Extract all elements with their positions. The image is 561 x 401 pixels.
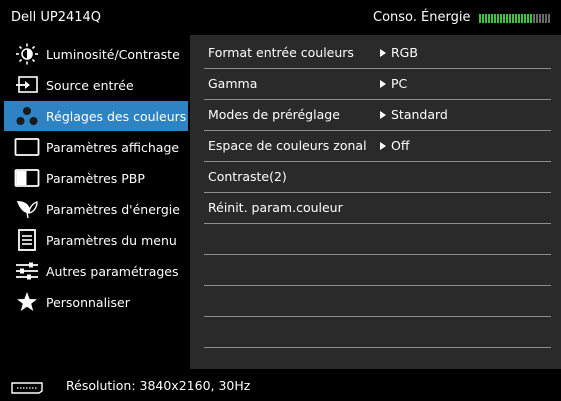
menu-row-empty: [204, 317, 551, 348]
row-label: Format entrée couleurs: [208, 45, 354, 60]
energy-meter-tick: [503, 14, 505, 23]
menu-row-gamma[interactable]: Gamma PC: [204, 69, 551, 100]
sidebar-item-menu-settings[interactable]: Paramètres du menu: [4, 225, 188, 255]
brightness-icon: [14, 43, 40, 65]
sidebar-item-display-settings[interactable]: Paramètres affichage: [4, 132, 188, 162]
energy-meter-tick: [512, 14, 514, 23]
status-bar: Résolution: 3840x2160, 30Hz: [0, 369, 561, 401]
menu-row-preset-modes[interactable]: Modes de préréglage Standard: [204, 100, 551, 131]
osd-header: Dell UP2414Q Conso. Énergie: [0, 0, 561, 35]
triangle-right-icon: [380, 49, 386, 57]
energy-meter-tick: [515, 14, 517, 23]
energy-meter-tick: [479, 14, 481, 23]
star-icon: [14, 291, 40, 313]
energy-meter-tick: [521, 14, 523, 23]
other-settings-icon: [14, 260, 40, 282]
energy-meter-tick: [539, 14, 541, 23]
sidebar-item-label: Paramètres PBP: [46, 171, 145, 186]
energy-meter-tick: [485, 14, 487, 23]
input-source-icon: [14, 74, 40, 96]
row-label: Gamma: [208, 76, 258, 91]
energy-meter-tick: [482, 14, 484, 23]
row-label: Réinit. param.couleur: [208, 200, 343, 215]
row-value: Off: [391, 138, 410, 153]
displayport-icon: [11, 379, 43, 394]
energy-meter-tick: [494, 14, 496, 23]
row-label: Modes de préréglage: [208, 107, 340, 122]
energy-meter-tick: [506, 14, 508, 23]
sidebar-item-pbp-settings[interactable]: Paramètres PBP: [4, 163, 188, 193]
triangle-right-icon: [380, 111, 386, 119]
menu-row-empty: [204, 286, 551, 317]
sidebar-item-label: Réglages des couleurs: [46, 109, 187, 124]
energy-meter-tick: [497, 14, 499, 23]
energy-icon: [14, 198, 40, 220]
energy-consumption-label: Conso. Énergie: [373, 10, 471, 25]
sidebar-item-label: Paramètres affichage: [46, 140, 180, 155]
menu-row-empty: [204, 255, 551, 286]
row-value: PC: [391, 76, 408, 91]
energy-meter-tick: [527, 14, 529, 23]
energy-meter-tick: [491, 14, 493, 23]
sidebar-item-other-settings[interactable]: Autres paramétrages: [4, 256, 188, 286]
row-value: RGB: [391, 45, 418, 60]
energy-meter-tick: [518, 14, 520, 23]
sidebar-item-label: Personnaliser: [46, 295, 130, 310]
menu-row-reset-color[interactable]: Réinit. param.couleur: [204, 193, 551, 224]
sidebar-item-energy-settings[interactable]: Paramètres d'énergie: [4, 194, 188, 224]
energy-meter-tick: [488, 14, 490, 23]
energy-meter-tick: [548, 14, 550, 23]
sidebar-item-brightness-contrast[interactable]: Luminosité/Contraste: [4, 39, 188, 69]
row-label: Espace de couleurs zonal: [208, 138, 367, 153]
sidebar-item-label: Source entrée: [46, 78, 134, 93]
energy-meter-tick: [524, 14, 526, 23]
color-settings-panel: Format entrée couleurs RGB Gamma PC Mode…: [190, 35, 561, 369]
menu-row-zonal-color-space[interactable]: Espace de couleurs zonal Off: [204, 131, 551, 162]
menu-row-contrast[interactable]: Contraste(2): [204, 162, 551, 193]
menu-settings-icon: [14, 229, 40, 251]
resolution-status: Résolution: 3840x2160, 30Hz: [66, 378, 251, 393]
menu-row-input-color-format[interactable]: Format entrée couleurs RGB: [204, 38, 551, 69]
sidebar-item-label: Luminosité/Contraste: [46, 47, 180, 62]
sidebar-item-personalize[interactable]: Personnaliser: [4, 287, 188, 317]
row-value: Standard: [391, 107, 448, 122]
sidebar-menu: Luminosité/Contraste Source entrée Régla…: [0, 35, 190, 369]
energy-meter-tick: [530, 14, 532, 23]
row-label: Contraste(2): [208, 169, 287, 184]
sidebar-item-color-settings[interactable]: Réglages des couleurs: [4, 101, 188, 131]
energy-meter-tick: [533, 14, 535, 23]
monitor-osd: Dell UP2414Q Conso. Énergie Luminosité/C…: [0, 0, 561, 401]
pbp-icon: [14, 167, 40, 189]
energy-meter-tick: [542, 14, 544, 23]
monitor-model-title: Dell UP2414Q: [11, 10, 102, 25]
sidebar-item-label: Paramètres d'énergie: [46, 202, 180, 217]
triangle-right-icon: [380, 80, 386, 88]
display-settings-icon: [14, 136, 40, 158]
sidebar-item-label: Autres paramétrages: [46, 264, 179, 279]
energy-meter-tick: [536, 14, 538, 23]
menu-row-empty: [204, 224, 551, 255]
energy-meter-tick: [500, 14, 502, 23]
triangle-right-icon: [380, 142, 386, 150]
energy-meter-tick: [545, 14, 547, 23]
color-settings-icon: [14, 105, 40, 127]
energy-meter: [479, 14, 550, 23]
sidebar-item-input-source[interactable]: Source entrée: [4, 70, 188, 100]
energy-meter-tick: [509, 14, 511, 23]
sidebar-item-label: Paramètres du menu: [46, 233, 177, 248]
